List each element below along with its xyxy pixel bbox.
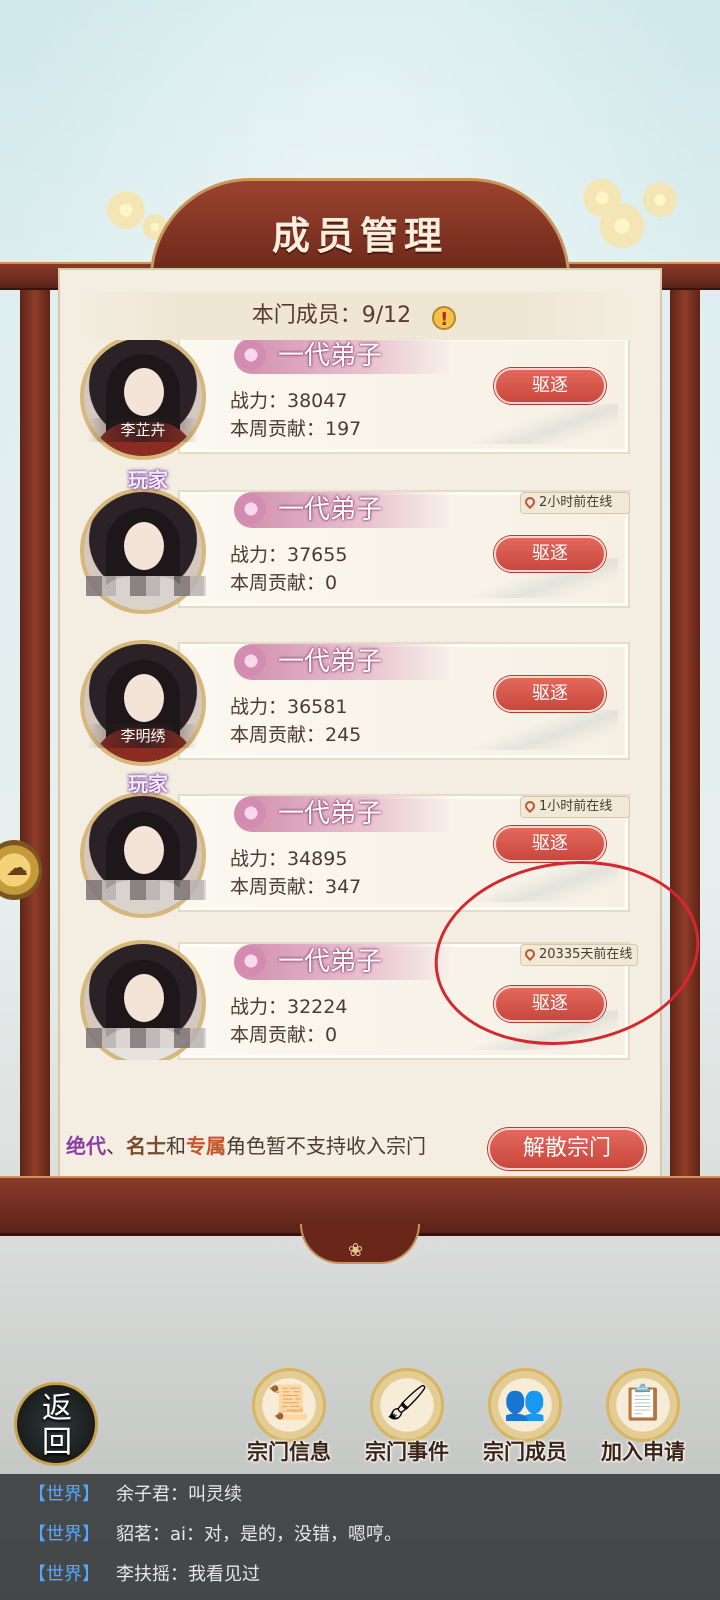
member-count-bar: 本门成员：9/12 !	[68, 292, 640, 340]
chat-channel: 【世界】	[28, 1524, 100, 1545]
member-contribution: 本周贡献：347	[230, 876, 362, 898]
member-contribution: 本周贡献：197	[230, 418, 362, 440]
event-icon: 🖌	[370, 1368, 444, 1442]
online-status: 2小时前在线	[520, 492, 630, 514]
member-rank: 一代弟子	[278, 947, 383, 977]
online-status-text: 2小时前在线	[539, 495, 613, 510]
member-row: 玩家 一代弟子 2小时前在线 战力：37655 本周贡献：0 驱逐	[68, 468, 648, 620]
flower-icon	[236, 646, 266, 676]
frame-right-pillar	[670, 262, 700, 1192]
flower-icon	[236, 340, 266, 370]
name-redacted	[86, 880, 206, 900]
lotus-icon: ❀	[348, 1240, 364, 1261]
scroll-icon: 📜	[252, 1368, 326, 1442]
nav-label: 宗门事件	[365, 1440, 449, 1464]
application-icon: 📋	[606, 1368, 680, 1442]
nav-sect-events[interactable]: 🖌 宗门事件	[350, 1368, 460, 1472]
member-row: 李明绣 一代弟子 战力：36581 本周贡献：245 驱逐	[68, 632, 648, 772]
member-name: 李芷卉	[88, 418, 198, 442]
expel-button[interactable]: 驱逐	[494, 536, 606, 572]
tier-exclusive: 专属	[186, 1134, 226, 1158]
member-contribution: 本周贡献：245	[230, 724, 362, 746]
flower-icon	[236, 494, 266, 524]
member-contribution: 本周贡献：0	[230, 572, 338, 594]
member-power: 战力：37655	[230, 544, 348, 566]
nav-join-requests[interactable]: 📋 加入申请	[586, 1368, 696, 1472]
member-name: 李明绣	[88, 724, 198, 748]
chat-text: 余子君：叫灵续	[116, 1484, 242, 1505]
member-rank: 一代弟子	[278, 647, 383, 677]
chat-message: 【世界】 李扶摇：我看见过	[28, 1560, 260, 1586]
member-power: 战力：38047	[230, 390, 348, 412]
chat-channel: 【世界】	[28, 1484, 100, 1505]
member-rank: 一代弟子	[278, 799, 383, 829]
footer-note: 绝代、名士和专属角色暂不支持收入宗门	[66, 1130, 426, 1159]
location-pin-icon	[522, 798, 538, 814]
footer-sep: 和	[166, 1134, 186, 1158]
nav-label: 宗门信息	[247, 1440, 331, 1464]
frame-left-pillar	[20, 262, 50, 1192]
expel-button[interactable]: 驱逐	[494, 368, 606, 404]
chat-message: 【世界】 貂茗：ai：对，是的，没错，嗯哼。	[28, 1520, 402, 1546]
nav-label: 宗门成员	[483, 1440, 567, 1464]
member-contribution: 本周贡献：0	[230, 1024, 338, 1046]
cloud-icon: ☁	[6, 856, 28, 881]
member-power: 战力：34895	[230, 848, 348, 870]
member-power: 战力：32224	[230, 996, 348, 1018]
flower-icon	[236, 798, 266, 828]
member-count-label: 本门成员：9/12	[251, 303, 412, 328]
expel-button[interactable]: 驱逐	[494, 676, 606, 712]
chat-text: 貂茗：ai：对，是的，没错，嗯哼。	[116, 1524, 403, 1545]
footer-sep: 、	[106, 1134, 126, 1158]
page-title: 成员管理	[271, 213, 448, 258]
expel-button[interactable]: 驱逐	[494, 826, 606, 862]
online-status-text: 1小时前在线	[539, 799, 613, 814]
member-rank: 一代弟子	[278, 341, 383, 371]
back-button[interactable]: 返回	[10, 1372, 102, 1472]
nav-sect-members[interactable]: 👥 宗门成员	[468, 1368, 578, 1472]
player-tag: 玩家	[128, 468, 168, 492]
back-label: 返回	[42, 1391, 72, 1460]
chat-message: 【世界】 余子君：叫灵续	[28, 1480, 242, 1506]
nav-sect-info[interactable]: 📜 宗门信息	[232, 1368, 342, 1472]
location-pin-icon	[522, 494, 538, 510]
world-chat[interactable]: 【世界】 余子君：叫灵续 【世界】 貂茗：ai：对，是的，没错，嗯哼。 【世界】 李扶…	[0, 1474, 720, 1600]
footer-note-text: 角色暂不支持收入宗门	[226, 1134, 426, 1158]
player-tag: 玩家	[128, 772, 168, 796]
flower-icon	[236, 946, 266, 976]
tier-jue-dai: 绝代	[66, 1134, 106, 1158]
member-row: 李芷卉 一代弟子 战力：38047 本周贡献：197 驱逐	[68, 340, 648, 466]
tier-ming-shi: 名士	[126, 1134, 166, 1158]
name-redacted	[86, 576, 206, 596]
members-icon: 👥	[488, 1368, 562, 1442]
nav-label: 加入申请	[601, 1440, 685, 1464]
ink-mountain-decoration	[468, 710, 618, 750]
avatar[interactable]	[80, 340, 206, 460]
ink-mountain-decoration	[468, 404, 618, 444]
member-power: 战力：36581	[230, 696, 348, 718]
chat-text: 李扶摇：我看见过	[116, 1564, 260, 1585]
name-redacted	[86, 1028, 206, 1048]
online-status: 1小时前在线	[520, 796, 630, 818]
member-rank: 一代弟子	[278, 495, 383, 525]
info-exclamation-icon[interactable]: !	[432, 305, 457, 330]
disband-sect-button[interactable]: 解散宗门	[488, 1128, 646, 1170]
chat-channel: 【世界】	[28, 1564, 100, 1585]
